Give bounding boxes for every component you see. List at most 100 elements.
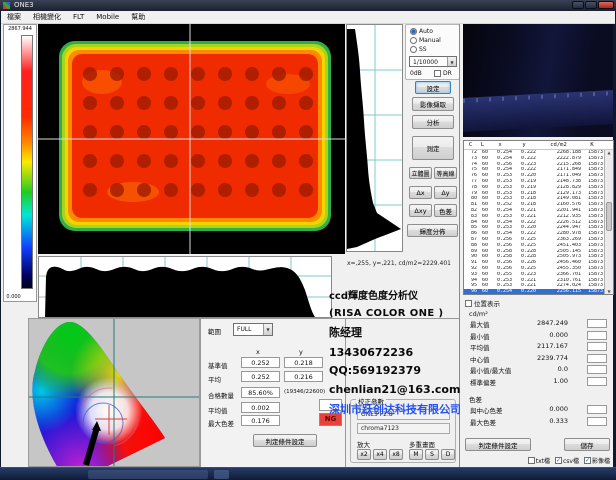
zoom-buttons: x2x4x8 xyxy=(357,449,403,460)
col-y-header: y xyxy=(299,348,303,356)
delta-x-button[interactable]: Δx xyxy=(409,186,432,199)
luminance-dist-button[interactable]: 輝度分佈 xyxy=(407,224,458,237)
vertical-profile-chart xyxy=(346,24,403,252)
save-button[interactable]: 儲存 xyxy=(564,438,610,451)
stat-threshold-input[interactable] xyxy=(587,405,607,414)
solid-view-button[interactable]: 立體圖 xyxy=(409,167,432,179)
contact-line: chenlian21@163.com xyxy=(329,383,459,396)
judge-panel: 範圍 FULL▼ x y 基準值 0.252 0.218 平均 0.252 0.… xyxy=(200,318,346,467)
taskbar[interactable] xyxy=(0,467,616,480)
mean-diff-label: 平均值 xyxy=(208,405,228,415)
stat-row: 最大色差0.333 xyxy=(460,416,614,428)
stat-threshold-input[interactable] xyxy=(587,365,607,374)
stat-row: 平均值2117.167 xyxy=(460,341,614,353)
cie-diagram-panel[interactable] xyxy=(28,318,200,467)
minimize-button[interactable] xyxy=(572,1,584,9)
judge-condition-button[interactable]: 判定條件設定 xyxy=(253,434,317,447)
unit-label: cd/m² xyxy=(469,310,488,318)
menu-item[interactable]: 幫助 xyxy=(125,11,151,24)
taskbar-item[interactable] xyxy=(88,470,208,479)
pass-count-label: 合格數量 xyxy=(208,390,234,400)
shutter-select[interactable]: 1/10000▼ xyxy=(409,56,457,67)
title-bar[interactable]: ONE3 xyxy=(0,0,616,11)
manual-radio[interactable]: Manual xyxy=(410,37,441,44)
average-y-value: 0.216 xyxy=(284,371,323,382)
stat-row: 最小值0.000 xyxy=(460,330,614,342)
setting-button[interactable]: 設定 xyxy=(415,81,451,94)
table-header-cell: L xyxy=(477,141,488,150)
stat-threshold-input[interactable] xyxy=(587,417,607,426)
measure-button[interactable]: 測定 xyxy=(412,136,454,160)
scroll-up-icon[interactable]: ▲ xyxy=(605,150,613,155)
screen-m-button[interactable]: M xyxy=(409,449,423,460)
delta-xy-button[interactable]: Δxy xyxy=(409,204,432,217)
scrollbar-thumb[interactable] xyxy=(606,202,612,231)
contact-line: QQ:569192379 xyxy=(329,364,459,377)
magnify-x4-button[interactable]: x4 xyxy=(373,449,387,460)
menu-item[interactable]: FLT xyxy=(67,11,90,24)
position-display-checkbox[interactable]: 位置表示 xyxy=(465,298,500,308)
table-scrollbar[interactable]: ▲ ▼ xyxy=(604,150,613,294)
magnify-x2-button[interactable]: x2 xyxy=(357,449,371,460)
stat-threshold-input[interactable] xyxy=(587,331,607,340)
save-checks: txt檔 ✓csv檔 ✓影像檔 xyxy=(528,456,610,465)
checkbox-icon xyxy=(465,300,472,307)
range-select[interactable]: FULL▼ xyxy=(233,323,273,336)
contact-line: 陈经理 xyxy=(329,324,459,340)
save-option-checkbox[interactable]: ✓影像檔 xyxy=(584,456,610,465)
taskbar-item[interactable] xyxy=(214,470,229,479)
judge-condition-button-2[interactable]: 判定條件設定 xyxy=(465,438,531,451)
table-row[interactable]: 96600.2540.2202256.11515873 xyxy=(464,289,604,294)
cursor-readout: x=,255, y=,221, cd/m2=2229.401 xyxy=(347,260,461,267)
dr-checkbox[interactable]: DR xyxy=(434,70,452,77)
calibration-chroma-field[interactable]: chroma7123 xyxy=(357,423,450,434)
ss-radio[interactable]: SS xyxy=(410,46,427,53)
window-title: ONE3 xyxy=(14,1,34,9)
radio-icon xyxy=(410,28,417,35)
camera-preview[interactable] xyxy=(463,24,613,137)
scale-min-value: 0.000 xyxy=(4,294,23,300)
delta-y-button[interactable]: Δy xyxy=(434,186,457,199)
checkbox-icon xyxy=(434,70,441,77)
average-label: 平均 xyxy=(208,374,221,384)
table-header-cell: K xyxy=(581,141,605,150)
multi-screen-label: 多重畫面 xyxy=(409,439,435,449)
menu-bar[interactable]: 檔案相機變化FLTMobile幫助 xyxy=(1,11,615,24)
scale-max-value: 2867.944 xyxy=(4,26,36,32)
stat-row: 標準偏差1.00 xyxy=(460,376,614,388)
maximize-button[interactable] xyxy=(585,1,597,9)
color-scale-bar xyxy=(21,35,33,289)
reference-label: 基準值 xyxy=(208,360,228,370)
scroll-down-icon[interactable]: ▼ xyxy=(605,289,613,294)
camera-controls: Auto Manual SS 1/10000▼ 0dB DR xyxy=(405,24,460,80)
screen-s-button[interactable]: S xyxy=(425,449,439,460)
menu-item[interactable]: 檔案 xyxy=(1,11,27,24)
horizontal-profile-chart xyxy=(38,256,332,318)
magnify-x8-button[interactable]: x8 xyxy=(389,449,403,460)
contact-line: 13430672236 xyxy=(329,346,459,359)
save-option-checkbox[interactable]: txt檔 xyxy=(528,456,550,465)
mean-diff-value: 0.002 xyxy=(241,402,280,413)
table-header-cell: y xyxy=(512,141,536,150)
stat-threshold-input[interactable] xyxy=(587,342,607,351)
close-button[interactable] xyxy=(598,1,614,9)
contact-line: ccd輝度色度分析仪 xyxy=(329,287,459,302)
capture-button[interactable]: 影像擷取 xyxy=(412,97,454,111)
average-x-value: 0.252 xyxy=(241,371,280,382)
table-header-cell: C xyxy=(464,141,477,150)
luminance-heatmap[interactable] xyxy=(38,24,345,254)
stat-threshold-input[interactable] xyxy=(587,319,607,328)
stat-threshold-input[interactable] xyxy=(587,377,607,386)
auto-radio[interactable]: Auto xyxy=(410,28,433,35)
menu-item[interactable]: Mobile xyxy=(90,11,125,24)
menu-item[interactable]: 相機變化 xyxy=(27,11,67,24)
screen-d-button[interactable]: D xyxy=(441,449,455,460)
radio-icon xyxy=(410,37,417,44)
app-window: ONE3 檔案相機變化FLTMobile幫助 2867.944 0.000 xyxy=(0,0,616,480)
save-option-checkbox[interactable]: ✓csv檔 xyxy=(555,456,579,465)
analyze-button[interactable]: 分析 xyxy=(412,115,454,129)
stat-row: 最小值/最大值0.0 xyxy=(460,364,614,376)
color-diff-button[interactable]: 色差 xyxy=(434,204,457,217)
contour-button[interactable]: 等高線 xyxy=(434,167,457,179)
stat-threshold-input[interactable] xyxy=(587,354,607,363)
